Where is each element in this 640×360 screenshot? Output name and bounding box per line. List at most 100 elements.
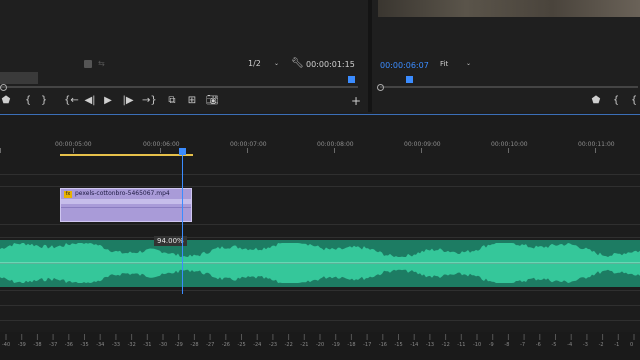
ruler-label: 00:00:08:00 [317, 141, 354, 148]
meter-label: -15 [394, 342, 403, 348]
ruler-tick [160, 148, 161, 153]
ruler-label: 00:00:06:00 [143, 141, 180, 148]
track-divider [0, 320, 640, 321]
ruler-label: 00:00:07:00 [230, 141, 267, 148]
ruler-label: 00:00:09:00 [404, 141, 441, 148]
source-thumbnail-strip [0, 72, 38, 84]
video-clip[interactable]: fx pexels-cottonbro-5465067.mp4 [60, 188, 192, 222]
meter-label: -37 [49, 342, 58, 348]
mark-in-icon[interactable]: { [610, 95, 622, 107]
track-divider [0, 305, 640, 306]
source-timecode[interactable]: 00:00:01:15 [306, 60, 355, 69]
chevron-down-icon: ⌄ [274, 60, 280, 67]
timeline-playhead-line[interactable] [182, 150, 183, 294]
meter-label: -34 [96, 342, 105, 348]
track-divider [0, 174, 640, 175]
meter-label: -31 [143, 342, 152, 348]
ruler-tick [73, 148, 74, 153]
meter-label: -20 [316, 342, 325, 348]
marker-icon[interactable]: ⬟ [590, 95, 602, 107]
overlay-icon[interactable] [84, 60, 92, 68]
clip-stripe [61, 207, 191, 208]
meter-label: -21 [300, 342, 309, 348]
go-to-out-icon[interactable]: →} [142, 95, 157, 107]
meter-label: -22 [284, 342, 293, 348]
ruler-tick [595, 148, 596, 153]
meter-label: -18 [347, 342, 356, 348]
program-scrub-marker[interactable] [377, 84, 384, 91]
program-playhead[interactable] [406, 76, 413, 83]
meter-label: 0 [630, 342, 634, 348]
meter-label: -38 [33, 342, 42, 348]
meter-label: -3 [582, 342, 588, 348]
meter-ticks [5, 334, 635, 340]
resolution-dropdown[interactable]: 1/2 ⌄ [248, 59, 282, 70]
track-divider [0, 224, 640, 225]
meter-label: -5 [551, 342, 557, 348]
meter-label: -32 [127, 342, 136, 348]
zoom-value: Fit [440, 60, 449, 68]
fx-badge[interactable]: fx [64, 191, 72, 198]
step-back-icon[interactable]: ◀| [84, 95, 96, 107]
zoom-dropdown[interactable]: Fit ⌄ [440, 60, 476, 70]
track-divider [0, 290, 640, 291]
camera-icon[interactable]: 📷︎ [206, 95, 219, 107]
meter-label: -25 [237, 342, 246, 348]
meter-label: -28 [190, 342, 199, 348]
overwrite-icon[interactable]: ⊞ [186, 95, 198, 107]
meter-label: -1 [614, 342, 620, 348]
meter-label: -4 [567, 342, 573, 348]
chevron-down-icon: ⌄ [466, 60, 472, 67]
resolution-value: 1/2 [248, 59, 261, 68]
clip-stripe [61, 199, 191, 204]
waveform-channel-bottom [0, 264, 640, 283]
meter-label: -6 [535, 342, 541, 348]
program-timecode[interactable]: 00:00:06:07 [380, 61, 429, 70]
play-icon[interactable]: ▶ [102, 95, 114, 107]
meter-label: -35 [80, 342, 89, 348]
meter-label: -36 [64, 342, 73, 348]
track-divider [0, 186, 640, 187]
ruler-tick [421, 148, 422, 153]
ruler-label: 00:00:10:00 [491, 141, 528, 148]
ruler-tick [247, 148, 248, 153]
meter-label: -10 [473, 342, 482, 348]
meter-label: -2 [598, 342, 604, 348]
meter-label: -19 [331, 342, 340, 348]
add-button-icon[interactable]: + [350, 95, 362, 107]
marker-icon[interactable]: ⬟ [0, 95, 12, 107]
waveform-channel-top [0, 243, 640, 263]
program-monitor: 00:00:06:07 Fit ⌄ ⬟ { { [372, 0, 640, 112]
meter-label: -23 [268, 342, 278, 348]
meter-label: -8 [504, 342, 510, 348]
track-divider [0, 237, 640, 238]
meter-label: -30 [159, 342, 168, 348]
go-to-in-icon[interactable]: {← [64, 95, 79, 107]
ruler-label: 00:00:11:00 [578, 141, 615, 148]
source-monitor: ⇆ 1/2 ⌄ 🔧︎ 00:00:01:15 ⬟ { } {← ◀| ▶ |▶ … [0, 0, 368, 112]
step-forward-icon[interactable]: |▶ [122, 95, 134, 107]
meter-label: -40 [2, 342, 11, 348]
ruler-tick [0, 148, 1, 153]
work-area-bar[interactable] [60, 154, 193, 156]
meter-label: -12 [441, 342, 450, 348]
clip-name: pexels-cottonbro-5465067.mp4 [75, 190, 170, 197]
meter-label: -29 [174, 342, 183, 348]
ruler-tick [508, 148, 509, 153]
timeline-playhead-handle[interactable] [179, 148, 186, 155]
mark-out-icon[interactable]: } [38, 95, 50, 107]
program-scrub-track[interactable] [380, 86, 638, 88]
meter-label: -39 [17, 342, 26, 348]
insert-icon[interactable]: ⧉ [166, 95, 178, 107]
meter-label: -26 [221, 342, 230, 348]
meter-label: -7 [520, 342, 526, 348]
mark-in-icon[interactable]: { [22, 95, 34, 107]
wrench-icon[interactable]: 🔧︎ [291, 58, 304, 69]
meter-label: -13 [425, 342, 435, 348]
go-to-in-icon[interactable]: { [628, 95, 640, 107]
source-playhead[interactable] [348, 76, 355, 83]
source-scrub-marker[interactable] [0, 84, 7, 91]
source-scrub-track[interactable] [0, 86, 358, 88]
meter-label: -11 [457, 342, 466, 348]
meter-label: -17 [363, 342, 372, 348]
